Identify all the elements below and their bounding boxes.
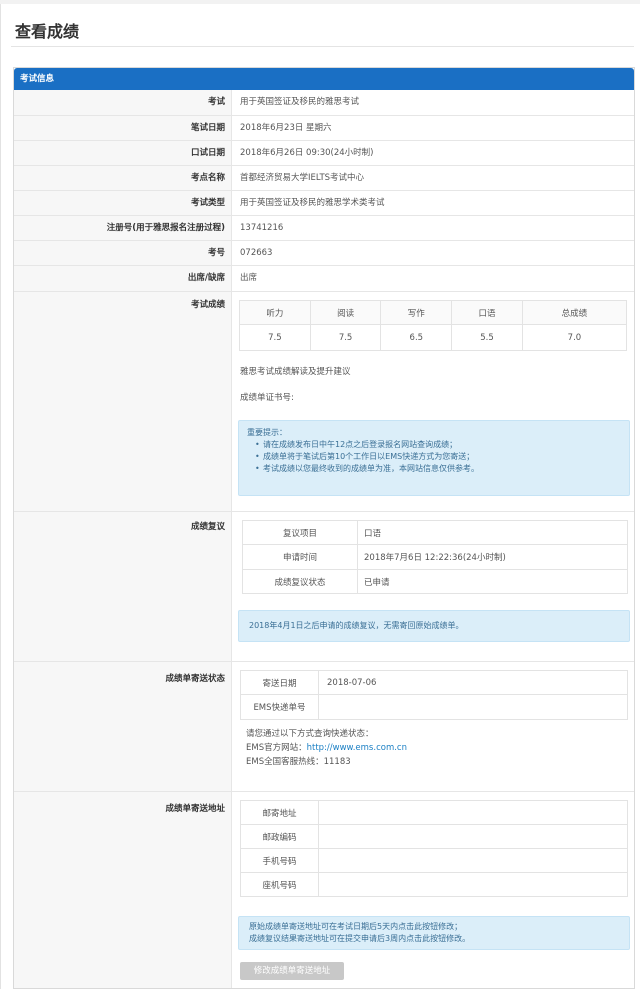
address-value (318, 872, 628, 897)
review-notice: 2018年4月1日之后申请的成绩复议，无需寄回原始成绩单。 (238, 610, 630, 642)
ems-hotline: EMS全国客服热线：11183 (246, 757, 351, 767)
review-key: 复议项目 (242, 520, 358, 545)
address-notice-line: 成绩复议结果寄送地址可在提交申请后3周内点击此按钮修改。 (249, 934, 471, 943)
review-value: 口语 (357, 520, 628, 545)
review-table: 复议项目 口语 申请时间 2018年7月6日 12:22:36(24小时制) 成… (242, 520, 628, 594)
score-value: 7.0 (521, 324, 628, 351)
score-header: 写作 (380, 300, 453, 325)
address-table: 邮寄地址 邮政编码 手机号码 座机号码 (240, 800, 628, 897)
info-label: 考号 (14, 241, 232, 265)
address-value (318, 824, 628, 849)
address-notice: 原始成绩单寄送地址可在考试日期后5天内点击此按钮修改； 成绩复议结果寄送地址可在… (238, 916, 630, 950)
mailing-key: EMS快递单号 (240, 694, 319, 720)
scores-table: 听力 阅读 写作 口语 总成绩 7.5 7.5 6.5 5.5 7.0 (239, 300, 628, 351)
info-label: 注册号(用于雅思报名注册过程) (14, 216, 232, 240)
review-row: 成绩复议 复议项目 口语 申请时间 2018年7月6日 12:22:36(24小… (14, 512, 634, 662)
review-key: 申请时间 (242, 544, 358, 570)
panel-header: 考试信息 (14, 68, 634, 90)
address-value (318, 800, 628, 825)
address-value (318, 848, 628, 873)
certificate-number-label: 成绩单证书号: (240, 393, 294, 403)
mailing-status-row: 成绩单寄送状态 寄送日期 2018-07-06 EMS快递单号 请您通过以下方式… (14, 662, 634, 792)
address-notice-line: 原始成绩单寄送地址可在考试日期后5天内点击此按钮修改； (249, 922, 463, 931)
info-label: 成绩复议 (14, 512, 232, 661)
score-value: 6.5 (380, 324, 453, 351)
test-center-link[interactable]: 首都经济贸易大学IELTS考试中心 (240, 166, 364, 190)
info-row-exam-type: 考试类型 用于英国签证及移民的雅思学术类考试 (14, 191, 634, 216)
info-value: 072663 (240, 248, 273, 258)
mailing-address-row: 成绩单寄送地址 邮寄地址 邮政编码 手机号码 座机号码 原始成绩单寄送地址可在考… (14, 792, 634, 988)
mailing-value (318, 694, 628, 720)
tracking-instructions: 请您通过以下方式查询快递状态： (246, 729, 374, 739)
info-label: 考试类型 (14, 191, 232, 215)
info-label: 考点名称 (14, 166, 232, 190)
info-value: 用于英国签证及移民的雅思学术类考试 (240, 198, 385, 208)
info-value: 13741216 (240, 223, 284, 233)
address-key: 手机号码 (240, 848, 319, 873)
score-value: 7.5 (309, 324, 382, 351)
score-advice-link[interactable]: 雅思考试成绩解读及提升建议 (240, 366, 351, 379)
important-notice: 重要提示： 请在成绩发布日中午12点之后登录报名网站查询成绩； 成绩单将于笔试后… (238, 420, 630, 496)
info-label: 口试日期 (14, 141, 232, 165)
address-key: 邮政编码 (240, 824, 319, 849)
ems-website-label: EMS官方网站： (246, 743, 307, 753)
score-value: 5.5 (451, 324, 523, 351)
info-row-registration: 注册号(用于雅思报名注册过程) 13741216 (14, 216, 634, 241)
info-label: 成绩单寄送地址 (14, 792, 232, 988)
info-row-written-date: 笔试日期 2018年6月23日 星期六 (14, 116, 634, 141)
notice-title: 重要提示： (247, 428, 287, 437)
review-value: 已申请 (357, 569, 628, 594)
score-header: 口语 (451, 300, 523, 325)
address-key: 座机号码 (240, 872, 319, 897)
review-value: 2018年7月6日 12:22:36(24小时制) (357, 544, 628, 570)
info-row-attendance: 出席/缺席 出席 (14, 266, 634, 292)
mailing-key: 寄送日期 (240, 670, 319, 695)
ems-website-line: EMS官方网站：http://www.ems.com.cn (246, 742, 407, 755)
score-header: 听力 (239, 300, 311, 325)
score-header: 总成绩 (521, 300, 628, 325)
info-row-test-center: 考点名称 首都经济贸易大学IELTS考试中心 (14, 166, 634, 191)
edit-address-button[interactable]: 修改成绩单寄送地址 (240, 962, 344, 980)
info-value: 出席 (240, 273, 258, 283)
info-label: 出席/缺席 (14, 266, 232, 291)
score-header: 阅读 (309, 300, 382, 325)
ems-website-link[interactable]: http://www.ems.com.cn (307, 743, 407, 753)
title-divider (11, 46, 634, 47)
page: 查看成绩 考试信息 考试 用于英国签证及移民的雅思考试 笔试日期 2018年6月… (0, 4, 640, 989)
scores-row: 考试成绩 听力 阅读 写作 口语 总成绩 7.5 7.5 6.5 5.5 7.0… (14, 292, 634, 512)
page-title: 查看成绩 (15, 22, 80, 41)
score-value: 7.5 (239, 324, 311, 351)
info-value: 2018年6月23日 星期六 (240, 123, 332, 133)
mailing-status-table: 寄送日期 2018-07-06 EMS快递单号 (240, 670, 628, 720)
info-label: 考试成绩 (14, 292, 232, 511)
info-value: 2018年6月26日 09:30(24小时制) (240, 148, 374, 158)
mailing-value: 2018-07-06 (318, 670, 628, 695)
info-value: 用于英国签证及移民的雅思考试 (240, 97, 360, 107)
notice-item: 成绩单将于笔试后第10个工作日以EMS快递方式为您寄送； (247, 451, 621, 463)
info-label: 笔试日期 (14, 116, 232, 140)
address-key: 邮寄地址 (240, 800, 319, 825)
info-label: 成绩单寄送状态 (14, 662, 232, 791)
info-row-candidate-number: 考号 072663 (14, 241, 634, 266)
exam-info-panel: 考试信息 考试 用于英国签证及移民的雅思考试 笔试日期 2018年6月23日 星… (13, 67, 635, 989)
notice-item: 请在成绩发布日中午12点之后登录报名网站查询成绩； (247, 439, 621, 451)
notice-item: 考试成绩以您最终收到的成绩单为准，本网站信息仅供参考。 (247, 463, 621, 475)
info-label: 考试 (14, 90, 232, 115)
info-row-speaking-date: 口试日期 2018年6月26日 09:30(24小时制) (14, 141, 634, 166)
review-key: 成绩复议状态 (242, 569, 358, 594)
info-row-exam: 考试 用于英国签证及移民的雅思考试 (14, 90, 634, 116)
